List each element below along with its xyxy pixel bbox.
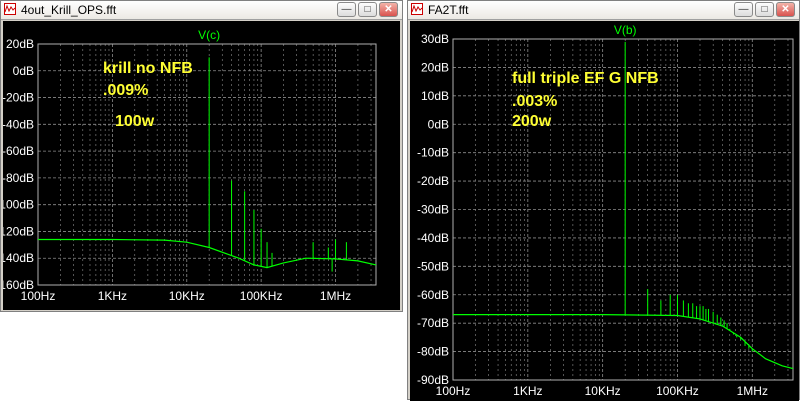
fft-window-krill[interactable]: 4out_Krill_OPS.fft — □ ✕ 100Hz 1KHz 10KHz 1… bbox=[0, 0, 403, 312]
y-tick-label: -80dB bbox=[417, 345, 449, 359]
window-title-bar[interactable]: FA2T.fft — □ ✕ bbox=[408, 1, 799, 20]
spectrum-trace bbox=[453, 314, 794, 370]
y-tick-label: 0dB bbox=[428, 117, 449, 131]
y-tick-label: 20dB bbox=[421, 60, 449, 74]
waveform-icon bbox=[4, 3, 16, 15]
maximize-button[interactable]: □ bbox=[358, 2, 377, 17]
x-tick-label: 1MHz bbox=[737, 384, 768, 398]
minimize-button[interactable]: — bbox=[337, 2, 356, 17]
x-tick-label: 100KHz bbox=[656, 384, 699, 398]
waveform-icon bbox=[411, 3, 423, 15]
x-tick-label: 1KHz bbox=[98, 289, 127, 303]
y-tick-label: 30dB bbox=[421, 32, 449, 46]
plot-frame bbox=[37, 43, 377, 286]
close-button[interactable]: ✕ bbox=[379, 2, 398, 17]
y-tick-label: 20dB bbox=[6, 37, 34, 51]
window-title: FA2T.fft bbox=[428, 3, 469, 17]
fft-window-fa2t[interactable]: FA2T.fft — □ ✕ 100Hz 1KHz 10KHz 100KHz 1MHz 3… bbox=[407, 0, 800, 401]
annotation-text: .009% bbox=[103, 82, 148, 99]
close-button[interactable]: ✕ bbox=[776, 2, 795, 17]
trace-label: V(c) bbox=[198, 28, 220, 42]
y-tick-label: -160dB bbox=[3, 278, 34, 292]
y-tick-label: -40dB bbox=[3, 117, 34, 131]
y-tick-label: -90dB bbox=[417, 373, 449, 387]
y-tick-label: -30dB bbox=[417, 203, 449, 217]
y-tick-label: -100dB bbox=[3, 198, 34, 212]
plot-panel[interactable]: 100Hz 1KHz 10KHz 100KHz 1MHz 30dB 20dB 10dB 0dB -… bbox=[410, 21, 799, 401]
y-tick-label: -20dB bbox=[417, 174, 449, 188]
fft-chart[interactable]: 100Hz 1KHz 10KHz 100KHz 1MHz30dB20dB10dB0dB-… bbox=[410, 21, 799, 401]
y-tick-label: -50dB bbox=[417, 259, 449, 273]
annotation-text: 100w bbox=[115, 113, 155, 130]
y-tick-label: -80dB bbox=[3, 171, 34, 185]
maximize-button[interactable]: □ bbox=[755, 2, 774, 17]
minimize-button[interactable]: — bbox=[734, 2, 753, 17]
y-tick-label: 0dB bbox=[13, 64, 34, 78]
window-title-bar[interactable]: 4out_Krill_OPS.fft — □ ✕ bbox=[1, 1, 402, 20]
y-tick-label: -60dB bbox=[417, 288, 449, 302]
trace-label: V(b) bbox=[614, 23, 637, 37]
y-tick-label: -140dB bbox=[3, 251, 34, 265]
window-title: 4out_Krill_OPS.fft bbox=[21, 3, 117, 17]
x-tick-label: 10KHz bbox=[585, 384, 621, 398]
annotation-text: 200w bbox=[512, 113, 552, 130]
x-tick-label: 100KHz bbox=[240, 289, 283, 303]
x-tick-label: 1KHz bbox=[513, 384, 542, 398]
plot-panel[interactable]: 100Hz 1KHz 10KHz 100KHz 1MHz 20dB 0dB -20dB -40d… bbox=[0, 21, 400, 310]
annotation-text: full triple EF G NFB bbox=[512, 70, 659, 87]
spectrum-trace bbox=[38, 238, 377, 269]
annotation-text: krill no NFB bbox=[103, 60, 193, 77]
annotation-text: .003% bbox=[512, 93, 557, 110]
y-tick-label: -40dB bbox=[417, 231, 449, 245]
y-tick-label: -120dB bbox=[3, 224, 34, 238]
fft-chart[interactable]: 100Hz 1KHz 10KHz 100KHz 1MHz20dB0dB-20dB-40d… bbox=[0, 21, 400, 310]
x-tick-label: 10KHz bbox=[169, 289, 205, 303]
y-tick-label: -60dB bbox=[3, 144, 34, 158]
y-tick-label: -10dB bbox=[417, 146, 449, 160]
y-tick-label: 10dB bbox=[421, 89, 449, 103]
y-tick-label: -20dB bbox=[3, 91, 34, 105]
y-tick-label: -70dB bbox=[417, 316, 449, 330]
x-tick-label: 1MHz bbox=[320, 289, 351, 303]
